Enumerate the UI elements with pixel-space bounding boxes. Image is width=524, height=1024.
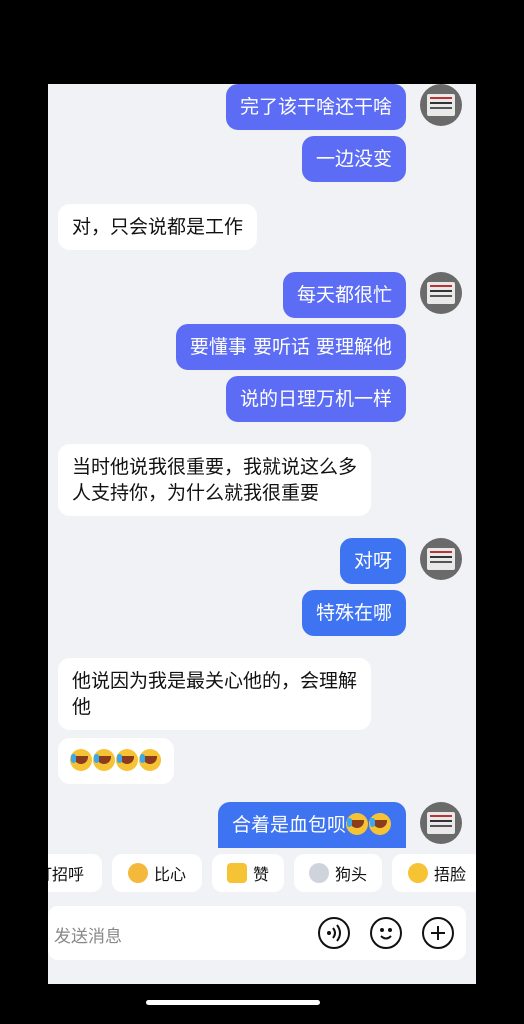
chip-label: 捂脸 [433, 865, 466, 884]
message-bubble-incoming[interactable]: 他说因为我是最关心他的，会理解 他 [58, 658, 372, 730]
message-line: 当时他说我很重要，我就说这么多 [72, 456, 358, 478]
plus-icon[interactable] [422, 917, 454, 949]
message-text: 合着是血包呗 [231, 814, 346, 836]
message-bubble-outgoing[interactable]: 说的日理万机一样 [225, 376, 406, 422]
chip-label: 比心 [153, 865, 186, 884]
quick-reply-bar: 打招呼 比心 赞 狗头 捂脸 [48, 854, 476, 896]
message-bubble-outgoing[interactable]: 特殊在哪 [301, 590, 406, 636]
quick-reply-wave[interactable]: 打招呼 [48, 854, 102, 892]
message-line: 他 [72, 696, 92, 718]
avatar[interactable] [420, 802, 462, 844]
chip-label: 狗头 [334, 865, 367, 884]
chip-label: 赞 [252, 865, 269, 884]
emoji-icon[interactable] [370, 917, 402, 949]
message-line: 人支持你，为什么就我很重要 [72, 482, 320, 504]
facepalm-icon [407, 863, 428, 883]
message-bubble-outgoing[interactable]: 对呀 [339, 538, 406, 584]
avatar-image [427, 548, 455, 570]
laugh-cry-icon [369, 813, 391, 835]
chip-label: 打招呼 [48, 865, 84, 884]
message-line: 他说因为我是最关心他的，会理解 [72, 670, 358, 692]
smile-glyph [380, 928, 392, 940]
voice-icon[interactable] [318, 917, 350, 949]
laugh-cry-icon [139, 749, 161, 771]
avatar[interactable] [420, 538, 462, 580]
message-input[interactable]: 发送消息 [54, 922, 122, 947]
doge-icon [308, 863, 329, 883]
laugh-cry-icon [93, 749, 115, 771]
message-bubble-outgoing[interactable]: 每天都很忙 [282, 272, 406, 318]
message-bubble-outgoing[interactable]: 完了该干啥还干啥 [225, 84, 406, 130]
message-input-bar: 发送消息 [48, 906, 466, 960]
avatar-image [427, 812, 455, 834]
message-bubble-incoming[interactable]: 对，只会说都是工作 [58, 204, 258, 250]
plus-glyph [431, 926, 445, 940]
home-indicator[interactable] [146, 1000, 320, 1005]
quick-reply-doge[interactable]: 狗头 [294, 854, 382, 892]
laugh-cry-icon [70, 749, 92, 771]
message-bubble-outgoing[interactable]: 合着是血包呗 [217, 802, 406, 848]
avatar-image [427, 282, 455, 304]
message-bubble-incoming[interactable]: 当时他说我很重要，我就说这么多 人支持你，为什么就我很重要 [58, 444, 372, 516]
chat-screen: 完了该干啥还干啥 一边没变 对，只会说都是工作 每天都很忙 要懂事 要听话 要理… [48, 84, 476, 984]
avatar[interactable] [420, 84, 462, 126]
quick-reply-facepalm[interactable]: 捂脸 [392, 854, 476, 892]
voice-glyph [327, 924, 341, 942]
message-bubble-outgoing[interactable]: 要懂事 要听话 要理解他 [175, 324, 406, 370]
thumbs-up-icon [226, 863, 247, 883]
quick-reply-heart[interactable]: 比心 [112, 854, 202, 892]
message-bubble-incoming[interactable] [58, 738, 174, 784]
avatar-image [427, 94, 455, 116]
laugh-cry-icon [346, 813, 368, 835]
laugh-cry-icon [116, 749, 138, 771]
message-bubble-outgoing[interactable]: 一边没变 [301, 136, 406, 182]
heart-hands-icon [127, 863, 148, 883]
quick-reply-like[interactable]: 赞 [212, 854, 284, 892]
avatar[interactable] [420, 272, 462, 314]
